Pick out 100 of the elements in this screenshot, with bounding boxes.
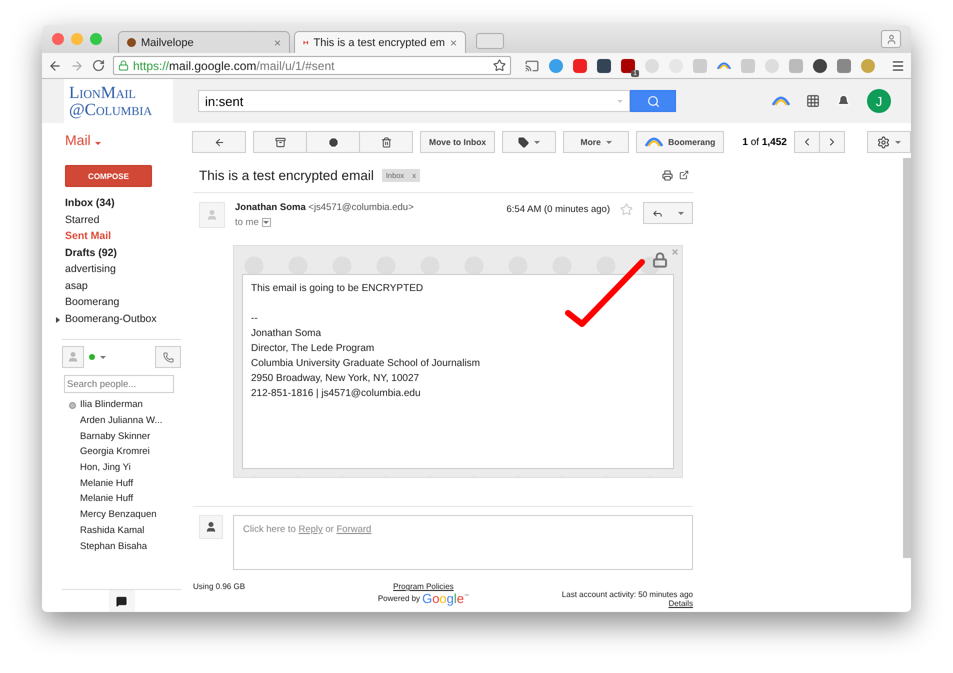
- arc-logo-icon: [772, 96, 790, 106]
- sender-email: <js4571@columbia.edu>: [308, 202, 414, 213]
- archive-button[interactable]: [253, 131, 307, 153]
- search-icon: [646, 94, 660, 108]
- move-to-inbox-button[interactable]: Move to Inbox: [420, 131, 496, 153]
- close-icon[interactable]: [671, 248, 679, 256]
- archive-icon: [274, 136, 286, 148]
- maximize-window-icon[interactable]: [90, 33, 102, 45]
- recipient-text: to me: [235, 217, 259, 228]
- contact-item[interactable]: Ilia Blinderman: [42, 397, 193, 413]
- reply-link[interactable]: Reply: [298, 524, 323, 535]
- caret-icon[interactable]: [100, 356, 106, 358]
- tab-title: This is a test encrypted em: [314, 36, 445, 48]
- arc-logo-icon: [645, 137, 664, 147]
- contact-item[interactable]: Melanie Huff: [42, 491, 193, 507]
- mail-menu[interactable]: Mail: [65, 132, 193, 152]
- signature-line: 212-851-1816 | js4571@columbia.edu: [251, 387, 422, 401]
- account-activity: Last account activity: 50 minutes ago: [562, 590, 693, 599]
- forward-link[interactable]: Forward: [336, 524, 372, 535]
- reload-icon[interactable]: [92, 59, 105, 72]
- menu-icon[interactable]: [891, 58, 905, 72]
- address-bar[interactable]: https://mail.google.com/mail/u/1/#sent: [113, 56, 511, 75]
- contact-item[interactable]: Melanie Huff: [42, 475, 193, 492]
- pagination-text: 1 of 1,452: [742, 136, 787, 148]
- contact-item[interactable]: Hon, Jing Yi: [42, 460, 193, 476]
- folder-item[interactable]: asap: [42, 278, 193, 294]
- lock-icon: [118, 60, 129, 71]
- contact-item[interactable]: Stephan Bisaha: [42, 538, 193, 554]
- details-link[interactable]: Details: [668, 599, 693, 608]
- body-text: This email is going to be ENCRYPTED: [251, 282, 424, 296]
- cast-icon[interactable]: [525, 58, 539, 72]
- contact-item[interactable]: Arden Julianna W...: [42, 412, 193, 428]
- folder-item[interactable]: Boomerang: [42, 294, 193, 310]
- storage-usage: Using 0.96 GB: [193, 582, 246, 591]
- back-arrow-icon: [214, 136, 224, 148]
- message-time: 6:54 AM (0 minutes ago): [506, 204, 610, 217]
- browser-tab[interactable]: Mailvelope ×: [118, 31, 290, 53]
- notifications-icon[interactable]: [836, 94, 851, 108]
- account-avatar[interactable]: J: [867, 89, 891, 113]
- compose-button[interactable]: COMPOSE: [65, 165, 152, 187]
- tab-close[interactable]: ×: [450, 36, 457, 50]
- status-dot[interactable]: [89, 354, 95, 360]
- google-logo: Google$^{™}$: [422, 591, 470, 606]
- scrollbar[interactable]: [903, 158, 911, 558]
- delete-button[interactable]: [359, 131, 413, 153]
- folder-item[interactable]: Sent Mail: [42, 228, 193, 244]
- folder-item[interactable]: Inbox (34): [42, 195, 193, 212]
- back-icon[interactable]: [48, 58, 62, 72]
- search-field[interactable]: in:sent: [198, 90, 630, 112]
- person-icon: [205, 521, 217, 533]
- bookmark-star-icon[interactable]: [493, 59, 506, 72]
- phone-icon: [162, 352, 174, 362]
- contact-item[interactable]: Mercy Benzaquen: [42, 506, 193, 522]
- search-people-field[interactable]: Search people...: [64, 375, 174, 393]
- person-icon: [206, 209, 218, 221]
- email-subject: This is a test encrypted email: [199, 168, 374, 182]
- envelope-icon: [303, 38, 309, 47]
- settings-button[interactable]: [866, 131, 911, 153]
- apps-grid-icon[interactable]: [806, 94, 820, 108]
- folder-item[interactable]: Starred: [42, 212, 193, 228]
- star-icon[interactable]: [620, 203, 633, 216]
- labels-button[interactable]: [502, 131, 556, 153]
- browser-tab[interactable]: This is a test encrypted em ×: [294, 31, 466, 53]
- signature-line: Director, The Lede Program: [251, 342, 376, 356]
- folder-item[interactable]: advertising: [42, 261, 193, 278]
- program-policies-link[interactable]: Program Policies: [393, 582, 454, 591]
- alert-icon: [328, 136, 338, 148]
- profile-button[interactable]: [881, 30, 901, 48]
- print-icon[interactable]: [662, 170, 673, 180]
- contact-item[interactable]: Rashida Kamal: [42, 522, 193, 538]
- forward-icon[interactable]: [70, 58, 84, 72]
- lock-icon: [652, 252, 668, 268]
- extension-icon[interactable]: [813, 58, 827, 72]
- powered-by-text: Powered by: [378, 594, 420, 603]
- reply-arrow-icon: [652, 208, 663, 218]
- arc-logo-icon: [717, 62, 731, 70]
- trash-icon: [380, 136, 392, 148]
- contact-item[interactable]: Barnaby Skinner: [42, 428, 193, 444]
- sender-name: Jonathan Soma: [235, 202, 306, 213]
- report-spam-button[interactable]: [306, 131, 360, 153]
- boomerang-button[interactable]: Boomerang: [636, 131, 724, 153]
- favicon-icon: [127, 38, 136, 47]
- search-button[interactable]: [630, 90, 676, 112]
- new-window-icon[interactable]: [679, 170, 689, 180]
- reply-prompt: Click here to Reply or Forward: [243, 524, 372, 535]
- new-tab-button[interactable]: [476, 33, 504, 49]
- more-button[interactable]: More: [563, 131, 630, 153]
- details-toggle[interactable]: [262, 218, 271, 227]
- lionmail-logo: LionMail @Columbia: [64, 79, 173, 123]
- signature-line: Jonathan Soma: [251, 327, 322, 341]
- user-avatar[interactable]: [62, 346, 84, 368]
- close-window-icon[interactable]: [52, 33, 64, 45]
- contact-item[interactable]: Georgia Kromrei: [42, 444, 193, 460]
- extension-icon[interactable]: [597, 58, 611, 72]
- call-button[interactable]: [155, 346, 181, 368]
- folder-item[interactable]: Drafts (92): [42, 244, 193, 261]
- folder-item[interactable]: Boomerang-Outbox: [42, 310, 193, 327]
- chat-button[interactable]: [108, 590, 134, 612]
- reply-field[interactable]: Click here to Reply or Forward: [233, 515, 693, 570]
- reply-button[interactable]: [643, 202, 693, 224]
